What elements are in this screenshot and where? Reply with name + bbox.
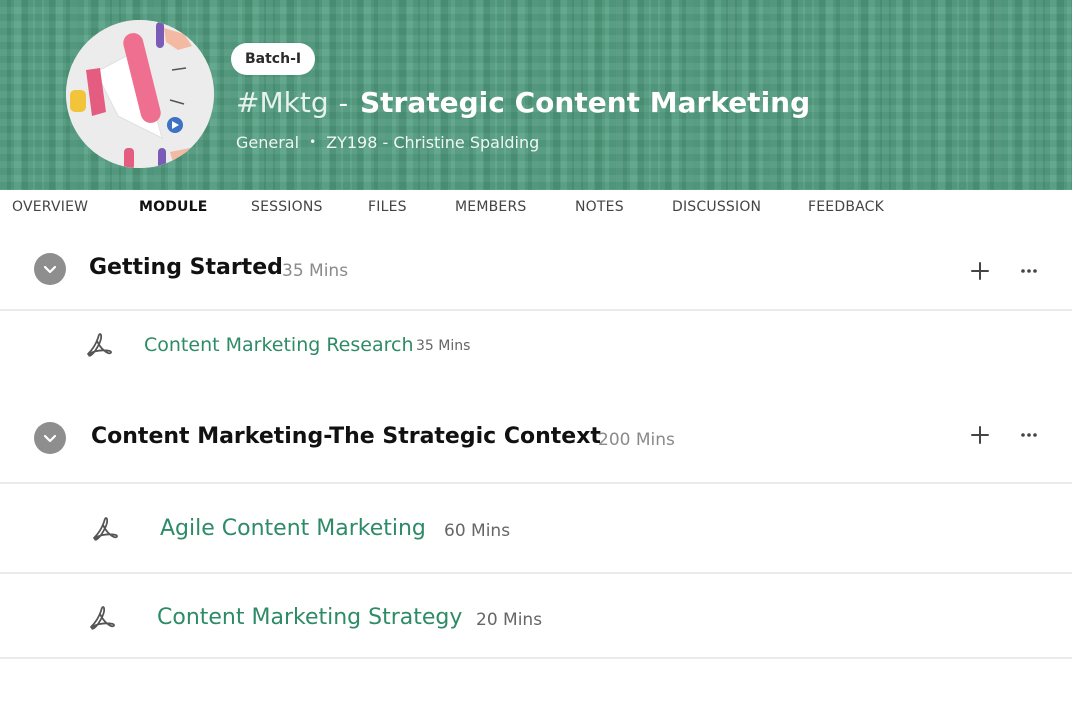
course-hashtag: #Mktg [236, 86, 329, 119]
pdf-icon [87, 603, 117, 633]
collapse-toggle[interactable] [34, 253, 66, 285]
module-section-header: Content Marketing-The Strategic Context … [0, 408, 1072, 468]
module-item-link[interactable]: Content Marketing Research [144, 334, 414, 356]
module-item-duration: 20 Mins [476, 610, 543, 630]
chevron-down-icon [43, 434, 57, 443]
module-item-duration: 60 Mins [444, 521, 511, 541]
add-item-button[interactable] [968, 423, 992, 447]
divider [0, 309, 1072, 311]
more-options-button[interactable] [1017, 423, 1041, 447]
tab-module[interactable]: MODULE [139, 199, 208, 215]
megaphone-icon [66, 20, 214, 168]
ellipsis-icon [1021, 269, 1037, 273]
tab-feedback[interactable]: FEEDBACK [808, 199, 884, 215]
tab-files[interactable]: FILES [368, 199, 407, 215]
section-duration: 200 Mins [598, 430, 675, 450]
batch-badge: Batch-I [231, 43, 316, 75]
course-header: Batch-I #Mktg - Strategic Content Marketin… [0, 0, 1072, 190]
tab-sessions[interactable]: SESSIONS [251, 199, 323, 215]
plus-icon [971, 262, 989, 280]
course-category: General [236, 133, 300, 152]
more-options-button[interactable] [1017, 259, 1041, 283]
course-subtitle: General • ZY198 - Christine Spalding [236, 133, 539, 152]
module-item-duration: 35 Mins [416, 338, 471, 354]
course-title: Strategic Content Marketing [359, 86, 811, 119]
pdf-icon [84, 330, 114, 360]
ellipsis-icon [1021, 433, 1037, 437]
tab-discussion[interactable]: DISCUSSION [672, 199, 761, 215]
tab-overview[interactable]: OVERVIEW [12, 199, 88, 215]
section-title: Getting Started [89, 255, 283, 280]
pdf-icon [90, 514, 120, 544]
module-item-link[interactable]: Content Marketing Strategy [157, 605, 462, 630]
add-item-button[interactable] [968, 259, 992, 283]
module-item-link[interactable]: Agile Content Marketing [160, 516, 426, 541]
divider [0, 572, 1072, 574]
tab-bar: OVERVIEW MODULE SESSIONS FILES MEMBERS N… [0, 190, 1072, 226]
section-duration: 35 Mins [282, 261, 349, 281]
tab-members[interactable]: MEMBERS [455, 199, 526, 215]
tab-notes[interactable]: NOTES [575, 199, 624, 215]
chevron-down-icon [43, 265, 57, 274]
section-title: Content Marketing-The Strategic Context [91, 424, 601, 449]
module-section-header: Getting Started 35 Mins [0, 240, 1072, 300]
course-title-line: #Mktg - Strategic Content Marketing [236, 86, 810, 119]
divider [0, 482, 1072, 484]
plus-icon [971, 426, 989, 444]
course-instructor: ZY198 - Christine Spalding [326, 133, 540, 152]
collapse-toggle[interactable] [34, 422, 66, 454]
subtitle-dot: • [309, 135, 317, 149]
title-separator: - [338, 89, 348, 119]
divider [0, 657, 1072, 659]
course-avatar [66, 20, 214, 168]
